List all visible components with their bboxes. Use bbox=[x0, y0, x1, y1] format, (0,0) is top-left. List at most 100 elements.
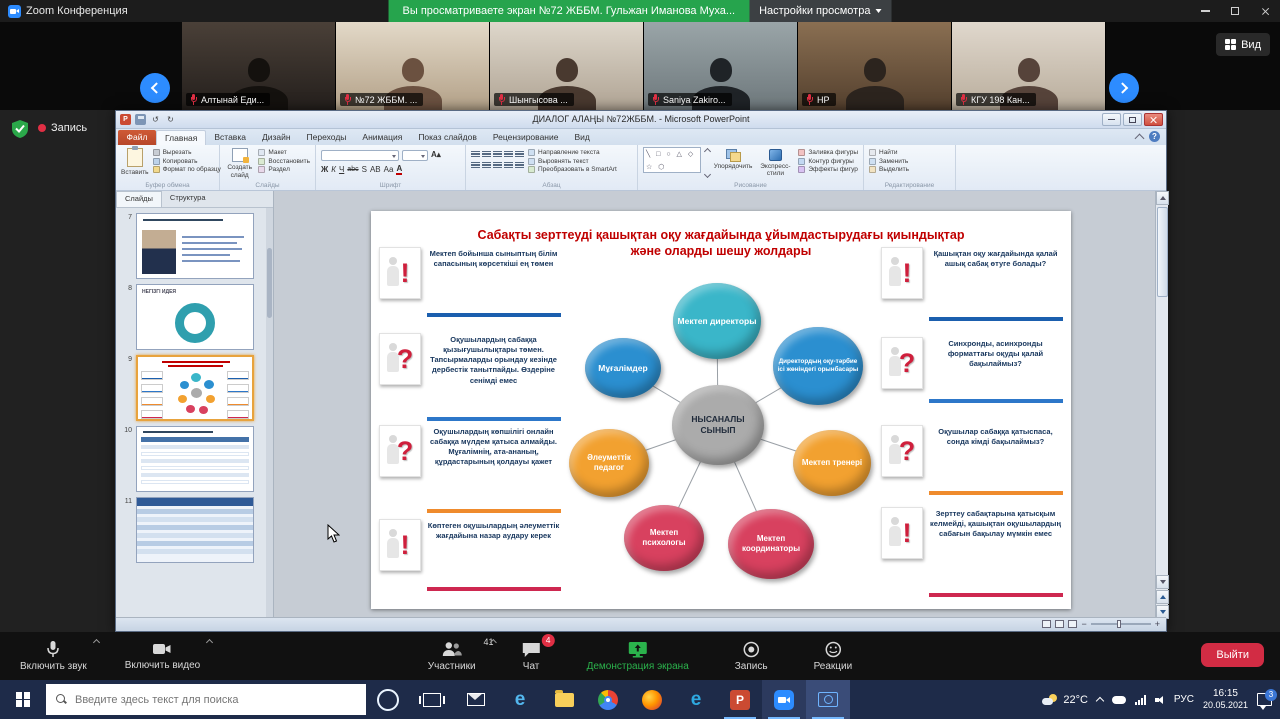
text-direction-button[interactable]: Направление текста bbox=[528, 149, 617, 156]
minimize-button[interactable] bbox=[1190, 0, 1220, 22]
participant-tile[interactable]: Шынгысова ... bbox=[490, 22, 644, 110]
underline-button[interactable]: Ч bbox=[339, 165, 344, 174]
onedrive-icon[interactable] bbox=[1112, 696, 1126, 704]
bold-button[interactable]: Ж bbox=[321, 165, 328, 174]
participant-tile[interactable]: Saniya Zakiro... bbox=[644, 22, 798, 110]
normal-view-icon[interactable] bbox=[1042, 620, 1051, 628]
close-button[interactable] bbox=[1250, 0, 1280, 22]
chat-button[interactable]: Чат 4 bbox=[512, 632, 551, 680]
tab-home[interactable]: Главная bbox=[156, 130, 206, 145]
tab-slideshow[interactable]: Показ слайдов bbox=[410, 130, 485, 145]
unmute-button[interactable]: Включить звук bbox=[10, 632, 97, 680]
previous-slide-button[interactable] bbox=[1156, 590, 1169, 604]
slideshow-view-icon[interactable] bbox=[1068, 620, 1077, 628]
participant-tile[interactable]: Алтынай Еди... bbox=[182, 22, 336, 110]
format-painter-button[interactable]: Формат по образцу bbox=[153, 166, 221, 173]
taskbar-internet-explorer[interactable]: e bbox=[498, 680, 542, 719]
tab-view[interactable]: Вид bbox=[566, 130, 597, 145]
italic-button[interactable]: К bbox=[331, 165, 336, 174]
taskbar-chrome[interactable] bbox=[586, 680, 630, 719]
align-center-icon[interactable] bbox=[482, 161, 491, 169]
gallery-view-button[interactable]: Вид bbox=[1216, 33, 1270, 56]
participant-tile[interactable]: HP bbox=[798, 22, 952, 110]
minimize-ribbon-icon[interactable] bbox=[1135, 133, 1145, 143]
maximize-button[interactable] bbox=[1220, 0, 1250, 22]
section-button[interactable]: Раздел bbox=[258, 166, 310, 173]
participant-tile[interactable]: №72 ЖББМ. ... bbox=[336, 22, 490, 110]
search-input[interactable] bbox=[75, 694, 335, 706]
scroll-down-button[interactable] bbox=[1156, 575, 1169, 589]
participants-button[interactable]: Участники 41 bbox=[418, 632, 486, 680]
select-button[interactable]: Выделить bbox=[869, 166, 909, 173]
tab-insert[interactable]: Вставка bbox=[206, 130, 254, 145]
panel-tab-outline[interactable]: Структура bbox=[162, 191, 214, 207]
justify-icon[interactable] bbox=[504, 161, 513, 169]
weather-widget[interactable]: 22°C bbox=[1042, 694, 1088, 706]
scrollbar-thumb[interactable] bbox=[1157, 207, 1168, 297]
reset-button[interactable]: Восстановить bbox=[258, 158, 310, 165]
slide-sorter-view-icon[interactable] bbox=[1055, 620, 1064, 628]
replace-button[interactable]: Заменить bbox=[869, 158, 909, 165]
strikethrough-button[interactable]: abc bbox=[347, 166, 358, 173]
paste-button[interactable]: Вставить bbox=[121, 147, 149, 179]
tab-transitions[interactable]: Переходы bbox=[299, 130, 355, 145]
line-spacing-icon[interactable] bbox=[515, 150, 524, 158]
taskbar-zoom[interactable] bbox=[762, 680, 806, 719]
slide-9-thumbnail-selected[interactable] bbox=[136, 355, 254, 421]
mic-options-chevron-icon[interactable] bbox=[93, 639, 100, 646]
network-icon[interactable] bbox=[1135, 695, 1146, 705]
shape-fill-button[interactable]: Заливка фигуры bbox=[798, 149, 858, 156]
panel-tab-slides[interactable]: Слайды bbox=[116, 191, 162, 207]
participant-tile[interactable]: КГУ 198 Кан... bbox=[952, 22, 1106, 110]
notification-center-icon[interactable]: 3 bbox=[1257, 693, 1272, 706]
leave-meeting-button[interactable]: Выйти bbox=[1201, 643, 1264, 667]
task-view-button[interactable] bbox=[410, 680, 454, 719]
shape-outline-button[interactable]: Контур фигуры bbox=[798, 158, 858, 165]
taskbar-search[interactable] bbox=[46, 684, 366, 715]
smartart-button[interactable]: Преобразовать в SmartArt bbox=[528, 166, 617, 173]
help-icon[interactable]: ? bbox=[1149, 131, 1160, 142]
start-button[interactable] bbox=[0, 680, 46, 719]
security-shield-icon[interactable] bbox=[12, 120, 28, 138]
zoom-slider[interactable] bbox=[1091, 623, 1151, 625]
share-screen-button[interactable]: Демонстрация экрана bbox=[577, 632, 699, 680]
columns-icon[interactable] bbox=[515, 161, 524, 169]
hidden-icons-chevron-icon[interactable] bbox=[1096, 697, 1104, 705]
panel-scrollbar[interactable] bbox=[266, 208, 273, 619]
slide-11-thumbnail[interactable] bbox=[136, 497, 254, 563]
align-left-icon[interactable] bbox=[471, 161, 480, 169]
taskbar-mail[interactable] bbox=[454, 680, 498, 719]
taskbar-clock[interactable]: 16:15 20.05.2021 bbox=[1203, 687, 1248, 712]
cut-button[interactable]: Вырезать bbox=[153, 149, 221, 156]
font-color-button[interactable]: А bbox=[396, 164, 402, 175]
tab-review[interactable]: Рецензирование bbox=[485, 130, 567, 145]
quick-styles-button[interactable]: Экспресс-стили bbox=[756, 147, 794, 179]
char-spacing-button[interactable]: АВ bbox=[370, 165, 381, 174]
view-settings-button[interactable]: Настройки просмотра bbox=[749, 0, 891, 22]
find-button[interactable]: Найти bbox=[869, 149, 909, 156]
align-text-button[interactable]: Выровнять текст bbox=[528, 158, 617, 165]
taskbar-powerpoint[interactable]: P bbox=[718, 680, 762, 719]
indent-increase-icon[interactable] bbox=[504, 150, 513, 158]
slide-8-thumbnail[interactable]: НЕГІЗГІ ИДЕЯ bbox=[136, 284, 254, 350]
new-slide-button[interactable]: Создать слайд bbox=[225, 147, 254, 179]
numbering-icon[interactable] bbox=[482, 150, 491, 158]
ppt-close-button[interactable] bbox=[1144, 113, 1163, 126]
copy-button[interactable]: Копировать bbox=[153, 158, 221, 165]
slide-10-thumbnail[interactable] bbox=[136, 426, 254, 492]
taskbar-camera[interactable] bbox=[806, 680, 850, 719]
cortana-button[interactable] bbox=[366, 680, 410, 719]
arrange-button[interactable]: Упорядочить bbox=[714, 147, 753, 179]
text-shadow-button[interactable]: S bbox=[362, 165, 367, 174]
slide[interactable]: Сабақты зерттеуді қашықтан оқу жағдайынд… bbox=[371, 211, 1071, 609]
taskbar-edge[interactable]: e bbox=[674, 680, 718, 719]
volume-icon[interactable] bbox=[1155, 695, 1165, 705]
start-video-button[interactable]: Включить видео bbox=[115, 632, 211, 680]
scroll-up-button[interactable] bbox=[1156, 191, 1169, 205]
slide-7-thumbnail[interactable] bbox=[136, 213, 254, 279]
vertical-scrollbar[interactable] bbox=[1155, 191, 1168, 619]
taskbar-file-explorer[interactable] bbox=[542, 680, 586, 719]
scroll-left-button[interactable] bbox=[140, 73, 170, 103]
taskbar-firefox[interactable] bbox=[630, 680, 674, 719]
language-indicator[interactable]: РУС bbox=[1174, 694, 1194, 705]
